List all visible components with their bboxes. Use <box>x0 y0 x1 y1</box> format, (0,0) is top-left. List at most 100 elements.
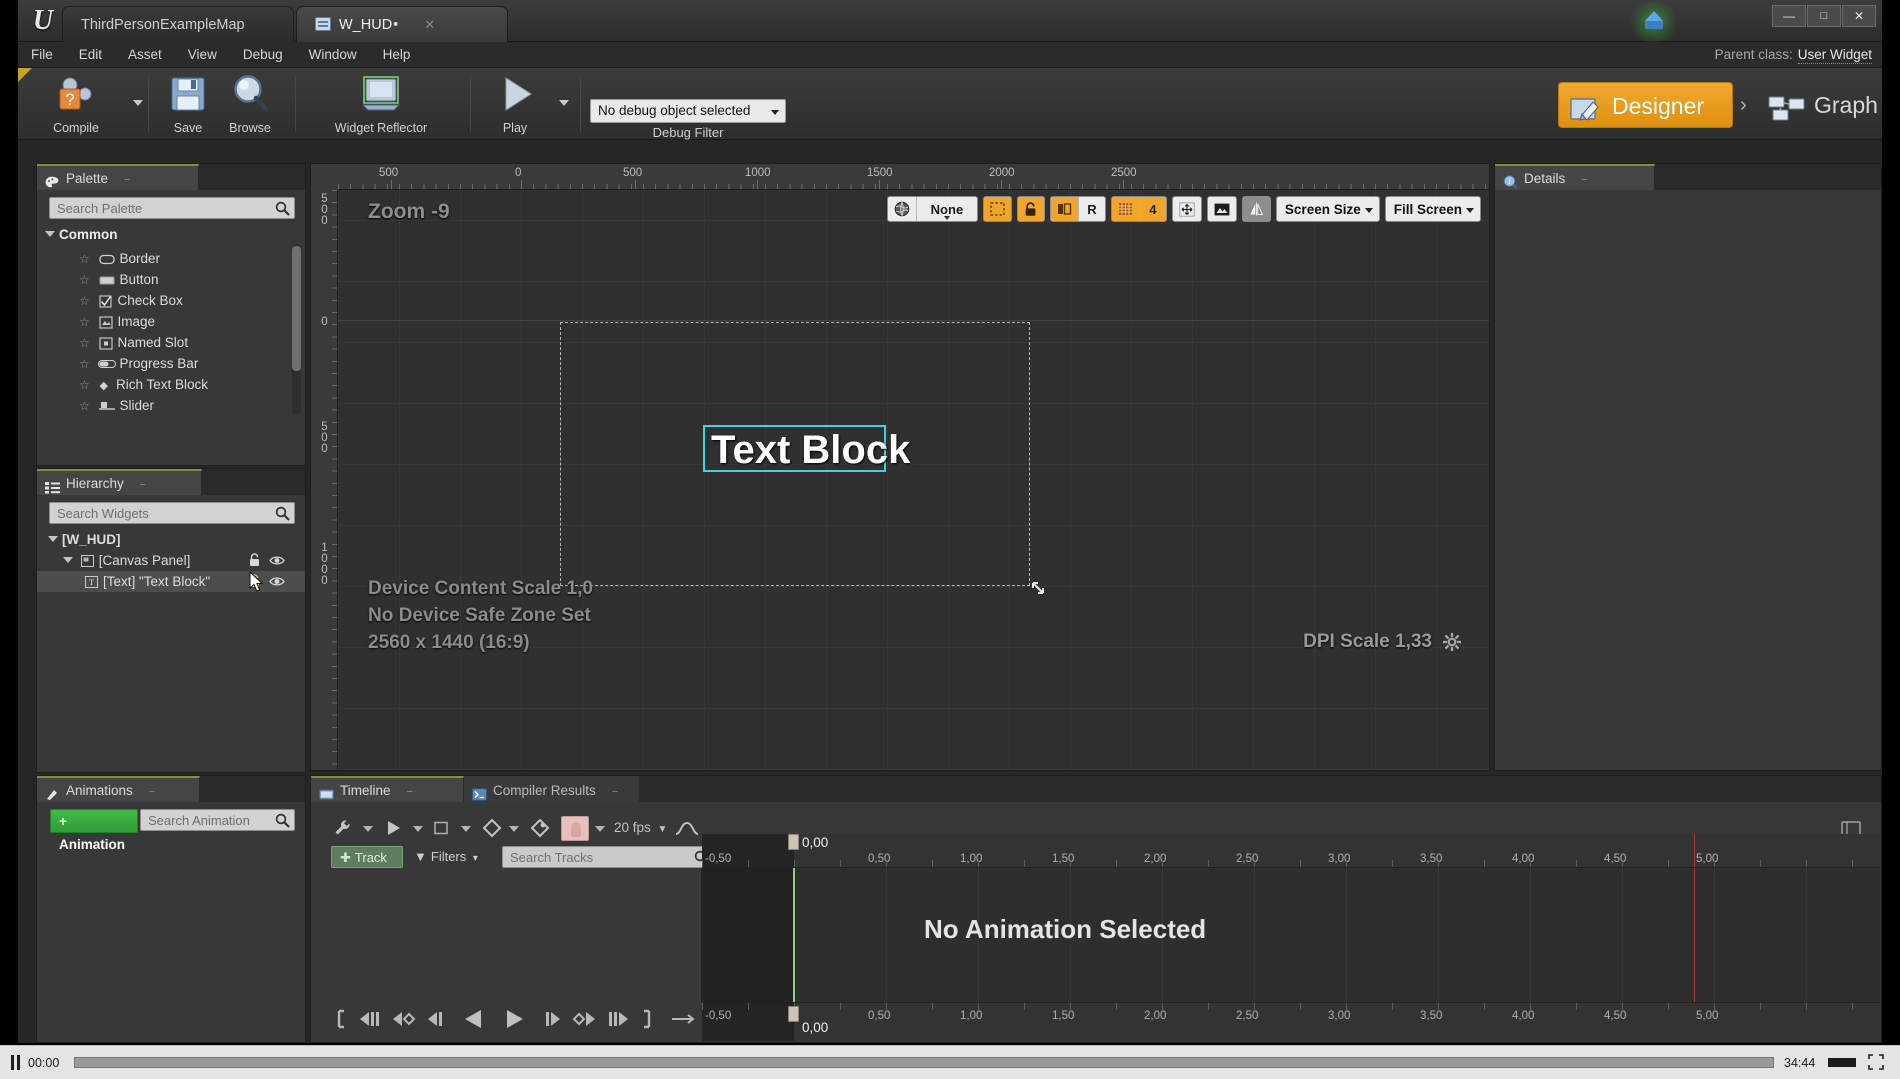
tab-details[interactable]: i Details − <box>1495 164 1655 190</box>
viewport-canvas[interactable]: Zoom -9 Text Block Device Content Scale … <box>338 190 1489 770</box>
fill-screen-dropdown[interactable]: Fill Screen <box>1384 196 1481 222</box>
search-tracks-input[interactable]: Search Tracks <box>502 846 714 868</box>
close-icon[interactable]: ✕ <box>424 17 435 32</box>
record-button[interactable] <box>561 816 589 841</box>
favorite-star-icon[interactable]: ☆ <box>79 336 90 350</box>
next-key-icon[interactable] <box>572 1009 596 1034</box>
expand-triangle-icon[interactable] <box>48 536 58 543</box>
add-animation-button[interactable]: + Animation <box>50 809 138 852</box>
menu-help[interactable]: Help <box>370 42 424 68</box>
tab-hierarchy[interactable]: Hierarchy − <box>37 469 202 495</box>
close-button[interactable]: ✕ <box>1842 5 1876 27</box>
hierarchy-row-canvas-panel[interactable]: [Canvas Panel] <box>37 550 305 571</box>
progress-scrubber[interactable] <box>74 1057 1774 1068</box>
save-button[interactable]: Save <box>158 72 218 135</box>
viewport-ruler-vertical[interactable]: 500 0 500 1000 <box>311 190 338 770</box>
size-to-content-icon[interactable] <box>1173 197 1201 221</box>
close-icon[interactable]: − <box>124 174 130 186</box>
maximize-button[interactable]: □ <box>1807 5 1841 27</box>
search-widgets-input[interactable]: Search Widgets <box>49 502 295 524</box>
playhead-line[interactable] <box>793 868 795 1002</box>
menu-edit[interactable]: Edit <box>66 42 115 68</box>
designer-viewport[interactable]: 500 0 500 1000 1500 2000 2500 500 0 5 0 … <box>310 163 1490 771</box>
grid-snap-icon[interactable] <box>1111 197 1140 221</box>
filters-button[interactable]: ▼ Filters ▾ <box>414 847 478 869</box>
browse-button[interactable]: Browse <box>216 72 284 135</box>
palette-category-common[interactable]: Common <box>37 224 305 245</box>
favorite-star-icon[interactable]: ☆ <box>79 378 90 392</box>
favorite-star-icon[interactable]: ☆ <box>79 273 90 287</box>
lock-icon[interactable] <box>1017 197 1044 221</box>
volume-icon[interactable] <box>1828 1058 1856 1067</box>
wrench-dropdown-icon[interactable] <box>363 826 373 832</box>
search-icon[interactable] <box>275 506 290 521</box>
tab-palette[interactable]: Palette − <box>37 164 199 190</box>
eye-icon[interactable] <box>269 552 285 573</box>
record-dropdown-icon[interactable] <box>595 826 605 832</box>
step-forward-icon[interactable] <box>542 1009 562 1034</box>
add-track-button[interactable]: ✚Track ▾ <box>331 846 403 886</box>
play-reverse-icon[interactable] <box>462 1008 486 1035</box>
loop-mode-icon[interactable] <box>670 1009 696 1034</box>
play-button[interactable]: Play <box>480 72 550 135</box>
tab-animations[interactable]: Animations − <box>37 776 200 802</box>
timeline-ruler-top[interactable]: -0,50 0,50 1,00 1,50 2,00 2,50 3,00 3,50… <box>702 834 1880 868</box>
play-forward-icon[interactable] <box>502 1008 526 1035</box>
marker-region-icon[interactable] <box>432 818 450 843</box>
menu-debug[interactable]: Debug <box>230 42 296 68</box>
palette-item-image[interactable]: ☆ Image <box>37 311 305 332</box>
close-icon[interactable]: − <box>407 786 413 798</box>
outline-toggle-icon[interactable] <box>983 197 1011 221</box>
timeline-body[interactable]: No Animation Selected <box>702 868 1880 1002</box>
palette-item-named-slot[interactable]: ☆ Named Slot <box>37 332 305 353</box>
favorite-star-icon[interactable]: ☆ <box>79 357 90 371</box>
minimize-button[interactable]: — <box>1772 5 1806 27</box>
eye-icon[interactable] <box>269 573 285 594</box>
close-icon[interactable]: − <box>612 786 618 798</box>
expand-triangle-icon[interactable] <box>63 557 73 564</box>
resize-handle-icon[interactable] <box>1030 580 1050 605</box>
play-dropdown-icon[interactable] <box>559 100 569 106</box>
menu-view[interactable]: View <box>175 42 230 68</box>
close-icon[interactable]: − <box>140 479 146 491</box>
palette-item-check-box[interactable]: ☆ Check Box <box>37 290 305 311</box>
thumbnail-icon[interactable] <box>1208 197 1236 221</box>
localization-none-dropdown[interactable]: None <box>917 197 977 221</box>
debug-object-select[interactable]: No debug object selected <box>590 99 786 123</box>
play-settings-icon[interactable] <box>385 818 403 843</box>
keyframe-key-icon[interactable] <box>529 818 551 843</box>
palette-item-progress-bar[interactable]: ☆ Progress Bar <box>37 353 305 374</box>
favorite-star-icon[interactable]: ☆ <box>79 294 90 308</box>
search-icon[interactable] <box>275 201 290 216</box>
mode-graph-button[interactable]: Graph <box>1758 82 1882 128</box>
world-globe-icon[interactable] <box>888 197 917 221</box>
viewport-ruler-horizontal[interactable]: 500 0 500 1000 1500 2000 2500 <box>338 164 1489 190</box>
step-forward-frames-icon[interactable] <box>606 1009 630 1034</box>
wrench-settings-icon[interactable] <box>333 818 353 843</box>
fullscreen-icon[interactable] <box>1868 1054 1884 1073</box>
tab-w-hud[interactable]: W_HUD• ✕ <box>296 6 508 42</box>
screen-size-dropdown[interactable]: Screen Size <box>1275 196 1380 222</box>
playhead-handle-bottom[interactable] <box>788 1006 799 1022</box>
blueprint-cube-icon[interactable] <box>1626 2 1682 42</box>
tab-compiler-results[interactable]: Compiler Results − <box>464 776 640 802</box>
compile-button[interactable]: ? Compile <box>40 72 112 135</box>
keyframe-dropdown-icon[interactable] <box>509 826 519 832</box>
grid-size-value[interactable]: 4 <box>1139 197 1166 221</box>
curve-editor-icon[interactable] <box>675 818 699 843</box>
play-settings-dropdown-icon[interactable] <box>413 826 423 832</box>
gear-icon[interactable] <box>1442 632 1462 656</box>
pause-icon[interactable] <box>11 1055 20 1073</box>
palette-scrollbar-thumb[interactable] <box>292 246 301 371</box>
prev-key-icon[interactable] <box>392 1009 416 1034</box>
compile-dropdown-icon[interactable] <box>133 100 143 106</box>
lock-icon[interactable] <box>248 552 261 573</box>
jump-to-start-icon[interactable] <box>336 1009 348 1034</box>
menu-file[interactable]: File <box>18 42 66 68</box>
search-animation-input[interactable]: Search Animation <box>140 809 295 831</box>
localization-preview-icon[interactable] <box>1050 197 1079 221</box>
timeline-ruler-bottom[interactable]: -0,50 0,50 1,00 1,50 2,00 2,50 3,00 3,50… <box>702 1002 1880 1041</box>
search-palette-input[interactable]: Search Palette <box>49 197 295 219</box>
menu-asset[interactable]: Asset <box>115 42 175 68</box>
step-back-frames-icon[interactable] <box>358 1009 382 1034</box>
